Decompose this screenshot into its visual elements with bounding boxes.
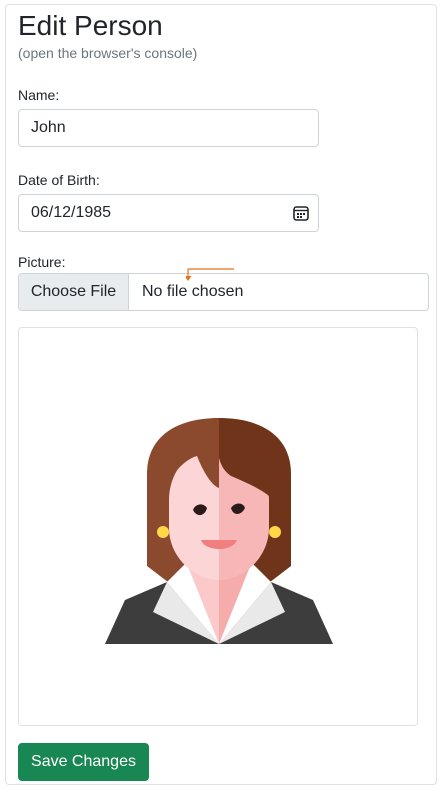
page-title: Edit Person [18,10,163,41]
name-label: Name: [18,87,60,103]
save-changes-button[interactable]: Save Changes [18,743,149,781]
date-of-birth-label: Date of Birth: [18,172,100,188]
date-of-birth-value: 06/12/1985 [31,204,112,221]
person-avatar-illustration [105,418,333,644]
name-input[interactable]: John [18,109,319,147]
edit-person-card: Edit Person (open the browser's console)… [5,4,437,785]
name-input-value: John [31,119,66,136]
picture-preview [18,327,418,726]
page-subtitle: (open the browser's console) [18,45,198,61]
picture-label: Picture: [18,254,66,270]
choose-file-button[interactable]: Choose File [19,274,129,310]
date-of-birth-input[interactable]: 06/12/1985 [18,194,319,232]
calendar-icon[interactable] [292,204,310,222]
pointer-annotation-arrow-icon [186,268,234,281]
